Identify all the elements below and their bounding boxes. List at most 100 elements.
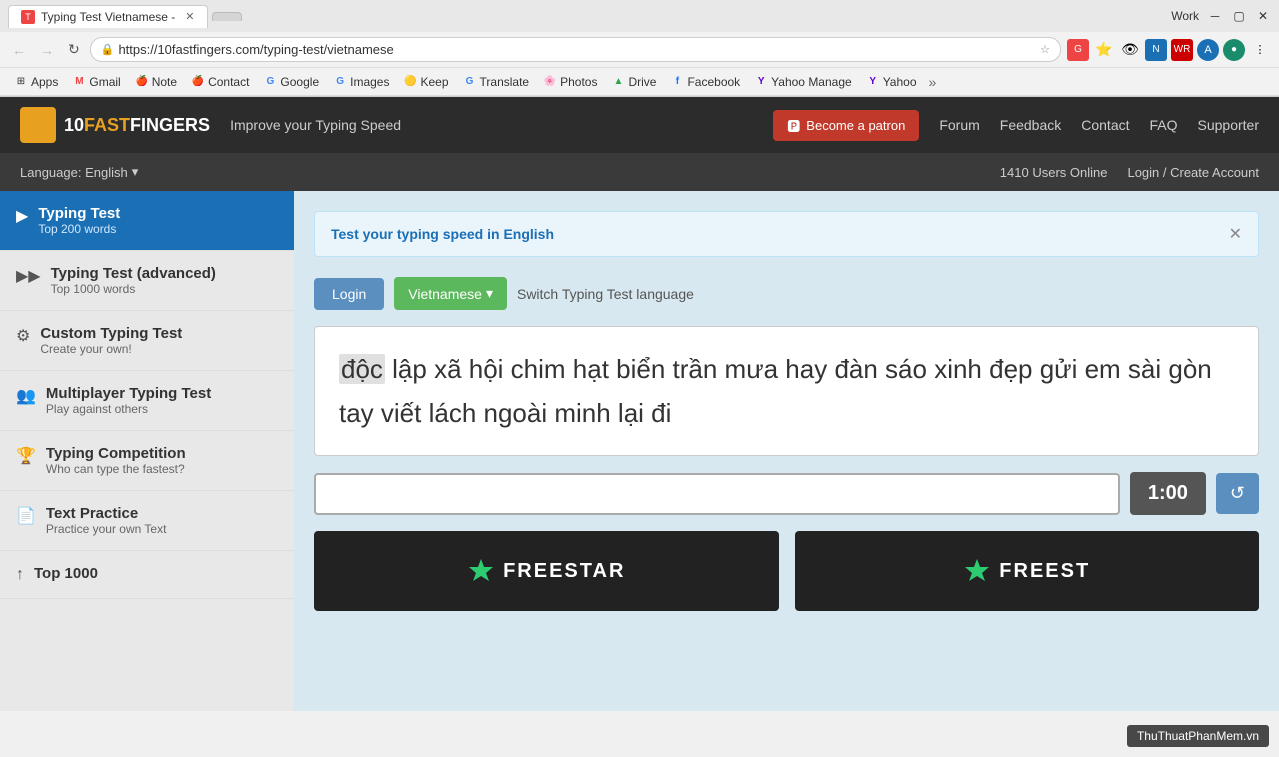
bookmark-icon[interactable]: ⭐ <box>1093 39 1115 61</box>
language-button-label: Vietnamese <box>408 286 482 302</box>
site-tagline: Improve your Typing Speed <box>230 117 753 133</box>
switch-typing-test-language: Switch Typing Test language <box>517 286 694 302</box>
sidebar-item-typing-test-advanced-sub: Top 1000 words <box>51 282 278 296</box>
bookmark-photos[interactable]: 🌸 Photos <box>537 73 603 91</box>
language-selector[interactable]: Language: English ▾ <box>20 164 1000 180</box>
sidebar-item-typing-test-advanced-title: Typing Test (advanced) <box>51 265 278 282</box>
site-logo[interactable]: 10FASTFINGERS <box>20 107 210 143</box>
input-row: 1:00 ↺ <box>314 472 1259 515</box>
language-dropdown-icon: ▾ <box>486 285 493 302</box>
freestar-text-1: FREESTAR <box>503 560 625 583</box>
bookmark-note[interactable]: 🍎 Note <box>129 73 183 91</box>
bookmark-drive[interactable]: ▲ Drive <box>605 73 662 91</box>
custom-typing-test-icon: ⚙ <box>16 326 30 346</box>
reset-button[interactable]: ↺ <box>1216 473 1259 514</box>
extension1-icon[interactable]: N <box>1145 39 1167 61</box>
sidebar-item-custom-typing-test[interactable]: ⚙ Custom Typing Test Create your own! <box>0 311 294 371</box>
secure-icon: 🔒 <box>101 43 115 56</box>
minimize-button[interactable]: ─ <box>1207 8 1223 24</box>
sidebar-item-multiplayer-typing-test[interactable]: 👥 Multiplayer Typing Test Play against o… <box>0 371 294 431</box>
translate-icon: G <box>463 75 477 89</box>
bookmark-google[interactable]: G Google <box>257 73 325 91</box>
login-create-account-link[interactable]: Login / Create Account <box>1127 165 1259 180</box>
language-dropdown-icon: ▾ <box>132 164 139 180</box>
sidebar-item-typing-test[interactable]: ▶ Typing Test Top 200 words <box>0 191 294 251</box>
sidebar-item-text-practice[interactable]: 📄 Text Practice Practice your own Text <box>0 491 294 551</box>
supporter-link[interactable]: Supporter <box>1198 117 1259 133</box>
sidebar-item-typing-competition[interactable]: 🏆 Typing Competition Who can type the fa… <box>0 431 294 491</box>
typing-input[interactable] <box>314 473 1120 515</box>
sidebar-item-typing-test-content: Typing Test Top 200 words <box>38 205 278 236</box>
language-button[interactable]: Vietnamese ▾ <box>394 277 507 310</box>
sidebar-item-top-1000-content: Top 1000 <box>34 565 278 582</box>
refresh-button[interactable]: ↻ <box>64 39 84 60</box>
maximize-button[interactable]: ▢ <box>1231 8 1247 24</box>
sidebar-item-multiplayer-typing-test-sub: Play against others <box>46 402 278 416</box>
contact-link[interactable]: Contact <box>1081 117 1129 133</box>
users-online: 1410 Users Online <box>1000 165 1108 180</box>
freestar-text-2: FREEST <box>999 560 1090 583</box>
back-button[interactable]: ← <box>8 40 30 60</box>
tab-favicon: T <box>21 10 35 24</box>
bookmark-apps[interactable]: ⊞ Apps <box>8 73 64 91</box>
forward-button[interactable]: → <box>36 40 58 60</box>
info-banner-text: Test your typing speed in English <box>331 226 554 242</box>
become-patron-button[interactable]: 🅿 Become a patron <box>773 110 919 141</box>
bookmark-images[interactable]: G Images <box>327 73 395 91</box>
yahoo-icon: Y <box>866 75 880 89</box>
sidebar-item-typing-test-advanced[interactable]: ▶▶ Typing Test (advanced) Top 1000 words <box>0 251 294 311</box>
yahoo-manage-icon: Y <box>754 75 768 89</box>
bookmark-yahoo-manage[interactable]: Y Yahoo Manage <box>748 73 858 91</box>
active-tab[interactable]: T Typing Test Vietnamese - ✕ <box>8 5 208 28</box>
banner-close-icon[interactable]: ✕ <box>1229 224 1242 244</box>
close-button[interactable]: ✕ <box>1255 8 1271 24</box>
bookmarks-bar: ⊞ Apps M Gmail 🍎 Note 🍎 Contact G Google… <box>0 68 1279 96</box>
gmail-icon: M <box>72 75 86 89</box>
extension2-icon[interactable]: WR <box>1171 39 1193 61</box>
bookmark-note-label: Note <box>152 75 177 89</box>
bookmark-facebook-label: Facebook <box>687 75 740 89</box>
bookmark-facebook[interactable]: f Facebook <box>664 73 746 91</box>
sidebar-item-custom-typing-test-content: Custom Typing Test Create your own! <box>40 325 278 356</box>
forum-link[interactable]: Forum <box>939 117 979 133</box>
bookmark-yahoo[interactable]: Y Yahoo <box>860 73 923 91</box>
star-icon[interactable]: ☆ <box>1040 43 1050 56</box>
bookmark-translate-label: Translate <box>480 75 530 89</box>
bookmark-translate[interactable]: G Translate <box>457 73 536 91</box>
bookmarks-more-icon[interactable]: » <box>925 74 941 90</box>
faq-link[interactable]: FAQ <box>1150 117 1178 133</box>
address-bar[interactable]: 🔒 https://10fastfingers.com/typing-test/… <box>90 37 1061 62</box>
menu-icon[interactable]: ⋮ <box>1249 39 1271 61</box>
extension3-icon[interactable]: A <box>1197 39 1219 61</box>
sidebar-item-typing-test-sub: Top 200 words <box>38 222 278 236</box>
ad-block-1: FREESTAR <box>314 531 779 611</box>
tab-strip: T Typing Test Vietnamese - ✕ <box>8 5 242 28</box>
typing-text-rest: lập xã hội chim hạt biển trần mưa hay đà… <box>339 354 1212 428</box>
typing-first-word: độc <box>339 354 385 384</box>
freestar-ad-1: FREESTAR <box>467 557 625 585</box>
bookmark-contact[interactable]: 🍎 Contact <box>185 73 255 91</box>
login-button[interactable]: Login <box>314 278 384 310</box>
eye-icon[interactable]: 👁 <box>1119 39 1141 61</box>
freestar-ad-2: FREEST <box>963 557 1090 585</box>
feedback-link[interactable]: Feedback <box>1000 117 1061 133</box>
bookmark-keep[interactable]: 🟡 Keep <box>397 73 454 91</box>
sidebar-item-top-1000[interactable]: ↑ Top 1000 <box>0 551 294 599</box>
banner-static-text: Test your typing speed in <box>331 226 503 242</box>
ad-block-2: FREEST <box>795 531 1260 611</box>
bookmark-gmail[interactable]: M Gmail <box>66 73 126 91</box>
new-tab-button[interactable] <box>212 12 242 21</box>
info-banner: Test your typing speed in English ✕ <box>314 211 1259 257</box>
multiplayer-typing-test-icon: 👥 <box>16 386 36 406</box>
hand-icon <box>24 111 52 139</box>
google-icon: G <box>263 75 277 89</box>
extensions-icon[interactable]: G <box>1067 39 1089 61</box>
tab-close-icon[interactable]: ✕ <box>185 10 194 23</box>
bookmark-yahoo-label: Yahoo <box>883 75 917 89</box>
watermark: ThuThuatPhanMem.vn <box>1127 725 1269 747</box>
sidebar-item-text-practice-title: Text Practice <box>46 505 278 522</box>
navigation-bar: ← → ↻ 🔒 https://10fastfingers.com/typing… <box>0 32 1279 68</box>
extension4-icon[interactable]: ● <box>1223 39 1245 61</box>
sidebar-item-text-practice-sub: Practice your own Text <box>46 522 278 536</box>
title-bar: T Typing Test Vietnamese - ✕ Work ─ ▢ ✕ <box>0 0 1279 32</box>
